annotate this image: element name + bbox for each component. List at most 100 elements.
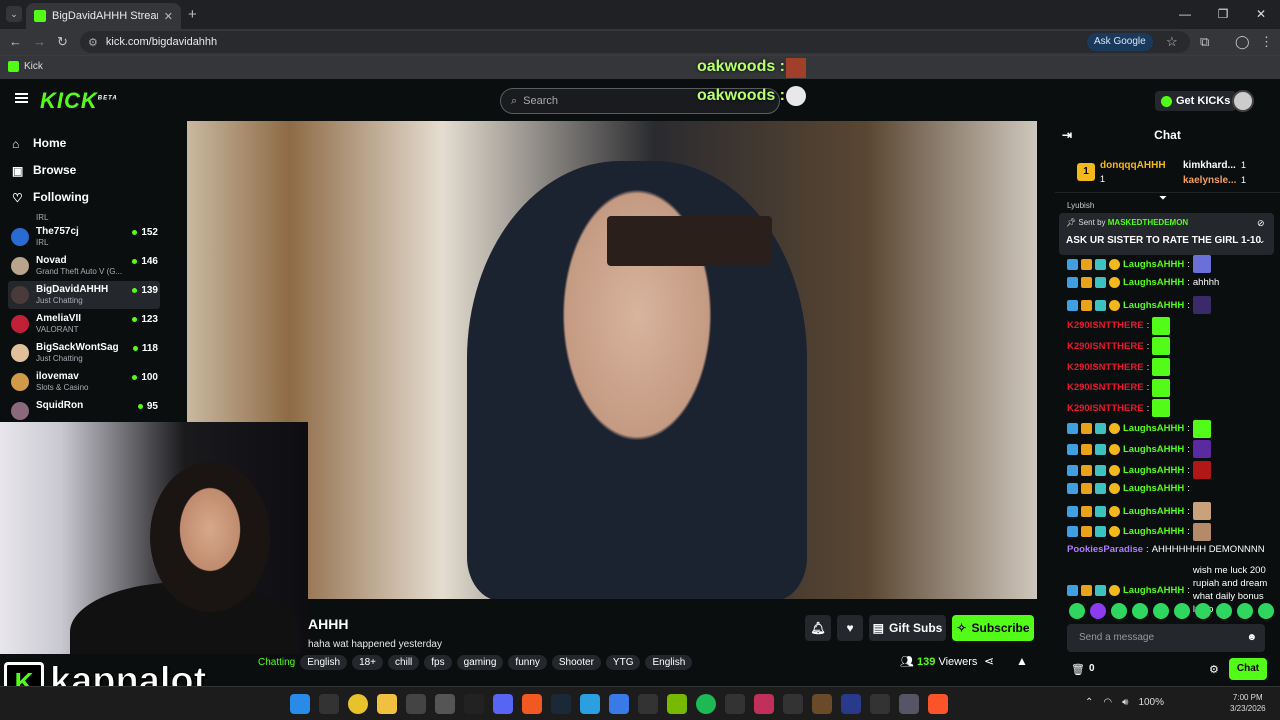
nvidia-icon[interactable]: [667, 694, 687, 714]
chat-emote[interactable]: [1152, 378, 1171, 397]
chat-message[interactable]: LaughsAHHH:: [1067, 419, 1275, 438]
sidebar-channel[interactable]: BigSackWontSag Just Chatting 118: [8, 339, 160, 367]
collapse-chat-icon[interactable]: ⇥: [1062, 121, 1072, 149]
minimize-icon[interactable]: —: [1166, 0, 1204, 29]
chat-username[interactable]: LaughsAHHH: [1123, 505, 1184, 518]
nav-home[interactable]: ⌂ Home: [12, 136, 66, 151]
tag-pill[interactable]: YTG: [605, 655, 641, 670]
tag-pill[interactable]: funny: [508, 655, 547, 670]
sidebar-channel[interactable]: AmeliaVII VALORANT 123: [8, 310, 160, 338]
reload-icon[interactable]: ↻: [57, 34, 68, 50]
chat-badge-icon[interactable]: [1109, 423, 1120, 435]
chat-badge-icon[interactable]: [1109, 464, 1120, 476]
emote-button[interactable]: [1216, 603, 1232, 619]
chat-username[interactable]: LaughsAHHH: [1123, 422, 1184, 435]
tab-close-icon[interactable]: ✕: [164, 10, 173, 23]
app-icon[interactable]: [754, 694, 774, 714]
tab-search-icon[interactable]: ⌄: [6, 6, 22, 22]
app-icon[interactable]: [522, 694, 542, 714]
app-icon[interactable]: [609, 694, 629, 714]
battery-level[interactable]: 100%: [1138, 697, 1164, 708]
chat-message[interactable]: LaughsAHHH:: [1067, 461, 1275, 479]
pinned-message[interactable]: 📌︎ Sent by MASKEDTHEDEMON ASK UR SISTER …: [1059, 213, 1274, 255]
chat-badge-icon[interactable]: [1067, 464, 1078, 476]
chat-username[interactable]: LaughsAHHH: [1123, 443, 1184, 456]
get-kicks-button[interactable]: Get KICKs: [1155, 91, 1237, 111]
chat-badge-icon[interactable]: [1067, 276, 1078, 288]
browser-menu-icon[interactable]: ⋮: [1260, 34, 1273, 50]
chat-badge-icon[interactable]: [1067, 526, 1078, 538]
share-icon[interactable]: ⋖: [984, 654, 994, 668]
chat-username[interactable]: K290ISNTTHERE: [1067, 361, 1144, 374]
chat-badge-icon[interactable]: [1081, 258, 1092, 270]
chat-badge-icon[interactable]: [1081, 482, 1092, 494]
chat-settings-icon[interactable]: ⚙: [1209, 663, 1219, 676]
emote-button[interactable]: [1237, 603, 1253, 619]
leaderboard-toggle-icon[interactable]: ⏷: [1159, 193, 1167, 204]
url-field[interactable]: ⚙ kick.com/bigdavidahhh: [80, 31, 1190, 53]
app-icon[interactable]: [406, 694, 426, 714]
emote-button[interactable]: [1258, 603, 1274, 619]
chat-badge-icon[interactable]: [1109, 526, 1120, 538]
settings-taskbar-icon[interactable]: [899, 694, 919, 714]
report-icon[interactable]: ▲: [1016, 654, 1028, 668]
nav-following[interactable]: ♡ Following: [12, 190, 89, 205]
notifications-button[interactable]: 🔔︎: [805, 615, 831, 641]
chat-badge-icon[interactable]: [1095, 464, 1106, 476]
chat-badge-icon[interactable]: [1081, 299, 1092, 311]
app-icon[interactable]: [812, 694, 832, 714]
emote-button[interactable]: [1195, 603, 1211, 619]
chat-message[interactable]: LaughsAHHH: ahhhh: [1067, 276, 1275, 289]
chat-badge-icon[interactable]: [1081, 584, 1092, 596]
sidebar-channel[interactable]: The757cj IRL 152: [8, 223, 160, 251]
chat-username[interactable]: LaughsAHHH: [1123, 276, 1184, 289]
chat-username[interactable]: LaughsAHHH: [1123, 482, 1184, 495]
chat-message[interactable]: LaughsAHHH:: [1067, 522, 1275, 541]
close-window-icon[interactable]: ✕: [1242, 0, 1280, 29]
emote-button[interactable]: [1090, 603, 1106, 619]
emote-button[interactable]: [1174, 603, 1190, 619]
app-icon[interactable]: [725, 694, 745, 714]
chat-message[interactable]: K290ISNTTHERE:: [1067, 358, 1275, 376]
chat-emote[interactable]: [1192, 440, 1211, 459]
chat-message[interactable]: PookiesParadise: AHHHHHHH DEMONNNN: [1067, 543, 1275, 556]
kick-logo[interactable]: KICKBETA: [40, 88, 118, 114]
chat-badge-icon[interactable]: [1067, 443, 1078, 455]
forward-icon[interactable]: →: [33, 34, 46, 49]
app-icon[interactable]: [870, 694, 890, 714]
discord-icon[interactable]: [493, 694, 513, 714]
sidebar-channel[interactable]: ilovemav Slots & Casino 100: [8, 368, 160, 396]
chat-emote[interactable]: [1192, 419, 1211, 438]
chrome-icon[interactable]: [348, 694, 368, 714]
profile-icon[interactable]: ◯: [1235, 34, 1250, 50]
chat-badge-icon[interactable]: [1095, 526, 1106, 538]
send-chat-button[interactable]: Chat: [1229, 658, 1267, 680]
chat-badge-icon[interactable]: [1081, 505, 1092, 517]
spotify-icon[interactable]: [696, 694, 716, 714]
chat-emote[interactable]: [1192, 255, 1211, 273]
site-info-icon[interactable]: ⚙: [88, 36, 98, 49]
nav-browse[interactable]: ▣ Browse: [12, 163, 76, 178]
tag-pill[interactable]: gaming: [456, 655, 504, 670]
browser-tab[interactable]: BigDavidAHHH Stream - W ✕: [26, 3, 181, 29]
chat-badge-icon[interactable]: [1095, 276, 1106, 288]
chat-message[interactable]: LaughsAHHH:: [1067, 296, 1275, 315]
app-icon[interactable]: [435, 694, 455, 714]
chat-badge-icon[interactable]: [1081, 276, 1092, 288]
chat-username[interactable]: K290ISNTTHERE: [1067, 381, 1144, 394]
chat-message[interactable]: K290ISNTTHERE:: [1067, 399, 1275, 418]
gift-subs-button[interactable]: ▤ Gift Subs: [869, 615, 946, 641]
tag-pill[interactable]: English: [300, 655, 348, 670]
chat-emote[interactable]: [1192, 522, 1211, 541]
emote-button[interactable]: [1111, 603, 1127, 619]
chat-input[interactable]: Send a message ☻: [1067, 624, 1265, 652]
chat-badge-icon[interactable]: [1067, 482, 1078, 494]
tag-pill[interactable]: chill: [388, 655, 420, 670]
chat-message[interactable]: K290ISNTTHERE:: [1067, 337, 1275, 356]
bookmark-kick[interactable]: Kick: [8, 61, 43, 72]
chat-username[interactable]: LaughsAHHH: [1123, 464, 1184, 477]
ask-google-button[interactable]: Ask Google: [1087, 33, 1153, 51]
unpin-icon[interactable]: ⊘: [1257, 218, 1265, 229]
menu-icon[interactable]: [15, 93, 28, 103]
sidebar-channel[interactable]: SquidRon 95: [8, 397, 160, 425]
